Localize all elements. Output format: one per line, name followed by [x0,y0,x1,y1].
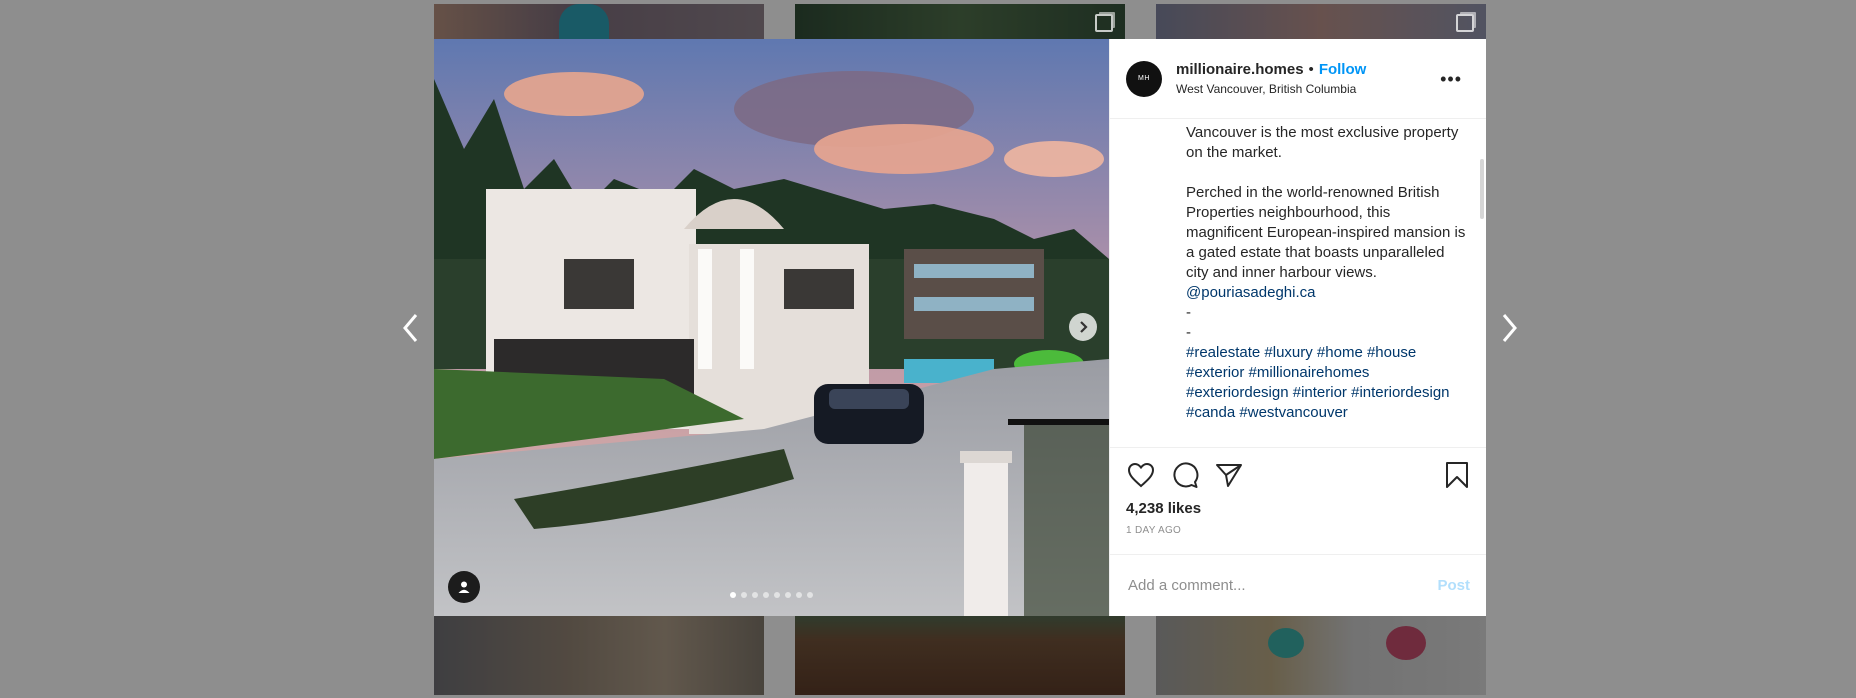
background-post-tile[interactable] [795,616,1125,695]
carousel-dot [741,592,747,598]
post-comment-button[interactable]: Post [1437,577,1470,594]
next-photo-button[interactable] [1069,313,1097,341]
hashtag-link[interactable]: #interiordesign [1351,384,1449,401]
hashtag-link[interactable]: #westvancouver [1239,404,1347,421]
caption-scrollbar[interactable] [1480,159,1484,219]
hashtag-link[interactable]: #exteriordesign [1186,384,1289,401]
caption-dash: - [1186,324,1191,341]
caption-dash: - [1186,304,1191,321]
avatar[interactable]: MH [1126,60,1162,97]
comment-icon[interactable] [1170,460,1200,490]
hashtag-link[interactable]: #millionairehomes [1249,364,1370,381]
avatar-logo: MH [1138,75,1150,82]
multiple-photos-icon [1456,14,1474,32]
background-post-tile[interactable] [434,616,764,695]
post-modal: MH millionaire.homes • Follow West Vanco… [434,39,1486,616]
heart-icon[interactable] [1126,460,1156,490]
likes-count[interactable]: 4,238 likes [1126,500,1470,517]
chevron-right-icon [1080,321,1088,333]
hashtag-link[interactable]: #house [1367,344,1416,361]
hashtag-list: #realestate #luxury #home #house #exteri… [1186,343,1470,423]
caption-text: Perched in the world-renowned British Pr… [1186,184,1466,281]
mention-link[interactable]: @pouriasadeghi.ca [1186,284,1315,301]
chevron-right-icon [1502,314,1517,342]
location-link[interactable]: West Vancouver, British Columbia [1176,82,1366,96]
comment-form: Post [1110,554,1486,616]
hashtag-link[interactable]: #exterior [1186,364,1244,381]
person-icon [458,581,470,593]
carousel-dot [774,592,780,598]
separator-dot: • [1308,61,1314,78]
multiple-photos-icon [1095,14,1113,32]
post-timestamp[interactable]: 1 DAY AGO [1126,525,1470,536]
follow-button[interactable]: Follow [1319,61,1367,78]
hashtag-link[interactable]: #canda [1186,404,1235,421]
mansion-photo [434,39,1109,616]
carousel-dot [730,592,736,598]
background-post-tile[interactable] [1156,616,1486,695]
hashtag-link[interactable]: #interior [1293,384,1347,401]
carousel-indicator [730,592,813,598]
background-post-tile[interactable] [1156,4,1486,40]
tagged-users-button[interactable] [448,571,480,603]
post-caption: Vancouver is the most exclusive property… [1110,119,1486,447]
post-actions: 4,238 likes 1 DAY AGO [1110,447,1486,554]
hashtag-link[interactable]: #home [1317,344,1363,361]
post-photo[interactable] [434,39,1109,616]
background-post-tile[interactable] [795,4,1125,40]
carousel-dot [763,592,769,598]
share-icon[interactable] [1214,460,1244,490]
carousel-dot [796,592,802,598]
comment-input[interactable] [1126,576,1438,595]
background-post-tile[interactable] [434,4,764,40]
hashtag-link[interactable]: #luxury [1264,344,1312,361]
hashtag-link[interactable]: #realestate [1186,344,1260,361]
caption-paragraph: Vancouver is the most exclusive property… [1186,124,1459,161]
caption-paragraph: Perched in the world-renowned British Pr… [1186,183,1470,303]
carousel-dot [807,592,813,598]
previous-post-button[interactable] [394,306,428,350]
carousel-dot [785,592,791,598]
post-sidebar: MH millionaire.homes • Follow West Vanco… [1109,39,1486,616]
chevron-left-icon [403,314,418,342]
username-link[interactable]: millionaire.homes [1176,61,1304,78]
more-options-icon[interactable]: ••• [1440,70,1462,88]
bookmark-icon[interactable] [1442,460,1472,490]
next-post-button[interactable] [1492,306,1526,350]
post-header: MH millionaire.homes • Follow West Vanco… [1110,39,1486,119]
carousel-dot [752,592,758,598]
